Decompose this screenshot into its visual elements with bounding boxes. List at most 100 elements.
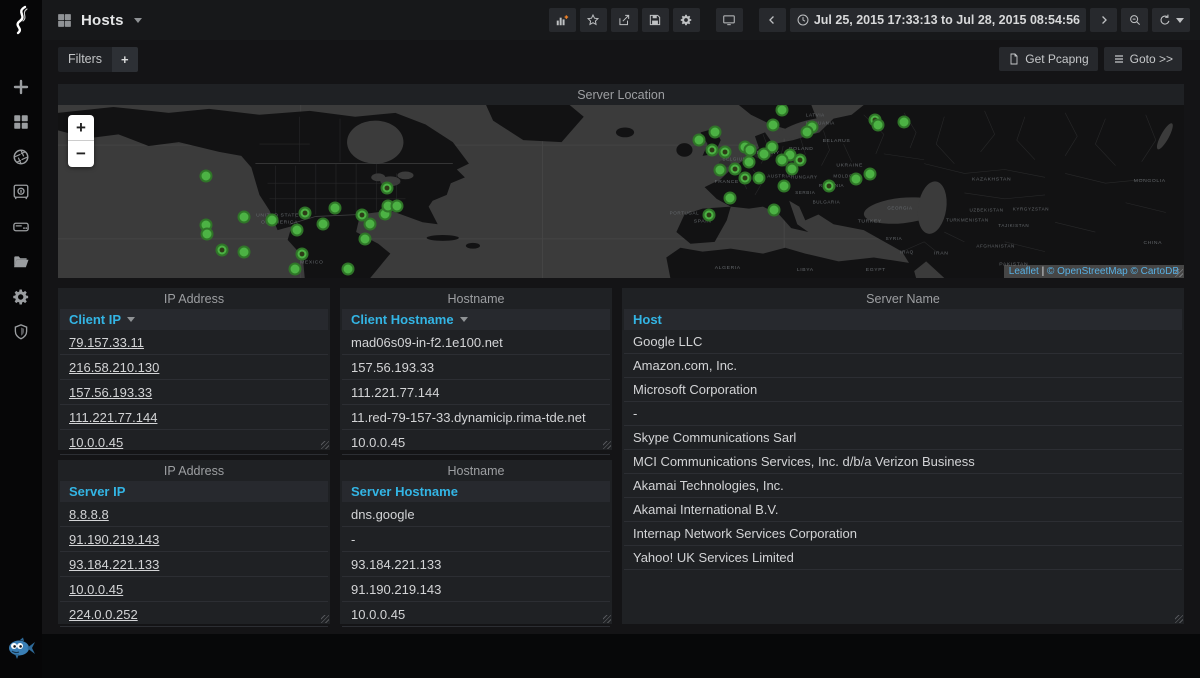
server-location-marker[interactable] — [391, 199, 404, 212]
server-location-marker[interactable] — [898, 115, 911, 128]
drives-icon[interactable] — [12, 218, 30, 236]
table-cell-link[interactable]: 10.0.0.45 — [69, 582, 123, 597]
server-location-marker[interactable] — [290, 224, 303, 237]
dashboard-picker[interactable]: Hosts — [56, 12, 142, 29]
server-location-marker[interactable] — [708, 126, 721, 139]
share-button[interactable] — [611, 8, 638, 32]
panel-resize-handle[interactable] — [603, 441, 611, 449]
table-cell-link[interactable]: 111.221.77.144 — [69, 410, 157, 425]
panel-resize-handle[interactable] — [321, 615, 329, 623]
server-location-marker[interactable] — [752, 172, 765, 185]
settings-icon[interactable] — [12, 288, 30, 306]
table-cell-link[interactable]: 8.8.8.8 — [69, 507, 109, 522]
panel-resize-handle[interactable] — [321, 441, 329, 449]
server-location-marker[interactable] — [298, 206, 311, 219]
server-location-marker[interactable] — [316, 218, 329, 231]
server-location-marker[interactable] — [718, 145, 731, 158]
panel-title[interactable]: Server Location — [58, 84, 1184, 105]
table-column-header[interactable]: Server Hostname — [342, 481, 610, 502]
server-location-marker[interactable] — [359, 232, 372, 245]
panel-title[interactable]: IP Address — [58, 460, 330, 481]
refresh-icon — [1158, 13, 1172, 27]
time-range-picker[interactable]: Jul 25, 2015 17:33:13 to Jul 28, 2015 08… — [790, 8, 1086, 32]
server-location-marker[interactable] — [364, 218, 377, 231]
server-location-marker[interactable] — [200, 170, 213, 183]
star-button[interactable] — [580, 8, 607, 32]
server-location-marker[interactable] — [265, 214, 278, 227]
refresh-button[interactable] — [1152, 8, 1190, 32]
server-location-marker[interactable] — [767, 118, 780, 131]
vault-icon[interactable] — [12, 183, 30, 201]
server-location-marker[interactable] — [328, 201, 341, 214]
leaflet-link[interactable]: Leaflet — [1009, 266, 1039, 277]
server-location-marker[interactable] — [786, 162, 799, 175]
dashboards-icon[interactable] — [12, 113, 30, 131]
table-cell-link[interactable]: 79.157.33.11 — [69, 335, 144, 350]
server-location-marker[interactable] — [778, 180, 791, 193]
server-location-marker[interactable] — [723, 191, 736, 204]
panel-resize-handle[interactable] — [603, 615, 611, 623]
panel-title[interactable]: Hostname — [340, 288, 612, 309]
table-cell-link[interactable]: 216.58.210.130 — [69, 360, 159, 375]
table-cell-link[interactable]: 91.190.219.143 — [69, 532, 159, 547]
server-location-marker[interactable] — [295, 247, 308, 260]
server-location-marker[interactable] — [849, 173, 862, 186]
shield-icon[interactable] — [12, 323, 30, 341]
carto-link[interactable]: © CartoDB — [1131, 266, 1180, 277]
table-row: Skype Communications Sarl — [624, 426, 1182, 450]
add-filter-button[interactable]: + — [112, 47, 138, 72]
server-location-marker[interactable] — [705, 143, 718, 156]
table-cell-link[interactable]: 93.184.221.133 — [69, 557, 159, 572]
table-cell: Akamai International B.V. — [633, 502, 779, 517]
server-location-marker[interactable] — [742, 155, 755, 168]
table-cell-link[interactable]: 157.56.193.33 — [69, 385, 152, 400]
server-location-marker[interactable] — [342, 263, 355, 276]
table-cell-link[interactable]: 224.0.0.252 — [69, 607, 138, 622]
server-location-marker[interactable] — [288, 263, 301, 276]
server-location-marker[interactable] — [768, 203, 781, 216]
server-location-marker[interactable] — [702, 209, 715, 222]
server-location-marker[interactable] — [381, 182, 394, 195]
table-cell-link[interactable]: 10.0.0.45 — [69, 435, 123, 450]
panel-title[interactable]: IP Address — [58, 288, 330, 309]
save-button[interactable] — [642, 8, 669, 32]
table-column-header[interactable]: Server IP — [60, 481, 328, 502]
server-location-marker[interactable] — [692, 134, 705, 147]
table-column-header[interactable]: Host — [624, 309, 1182, 330]
server-location-marker[interactable] — [216, 243, 229, 256]
server-location-marker[interactable] — [713, 163, 726, 176]
time-back-button[interactable] — [759, 8, 786, 32]
shark-mascot-icon[interactable] — [6, 637, 36, 666]
server-location-marker[interactable] — [238, 245, 251, 258]
map-zoom-in-button[interactable]: + — [68, 115, 94, 141]
add-icon[interactable] — [12, 78, 30, 96]
server-location-marker[interactable] — [201, 228, 214, 241]
server-location-marker[interactable] — [238, 211, 251, 224]
table-column-header[interactable]: Client IP — [60, 309, 328, 330]
add-panel-button[interactable] — [549, 8, 576, 32]
folder-icon[interactable] — [12, 253, 30, 271]
server-location-marker[interactable] — [823, 180, 836, 193]
table-column-header[interactable]: Client Hostname — [342, 309, 610, 330]
server-location-marker[interactable] — [738, 172, 751, 185]
panel-resize-handle[interactable] — [1175, 615, 1183, 623]
time-forward-button[interactable] — [1090, 8, 1117, 32]
server-location-marker[interactable] — [863, 168, 876, 181]
settings-button[interactable] — [673, 8, 700, 32]
shutter-icon[interactable] — [12, 148, 30, 166]
panel-title[interactable]: Server Name — [622, 288, 1184, 309]
osm-link[interactable]: © OpenStreetMap — [1047, 266, 1128, 277]
server-location-marker[interactable] — [758, 147, 771, 160]
cycle-view-button[interactable] — [716, 8, 743, 32]
goto-button[interactable]: Goto >> — [1104, 47, 1182, 71]
refresh-dropdown-caret-icon[interactable] — [1176, 18, 1184, 23]
map-zoom-out-button[interactable]: − — [68, 141, 94, 167]
server-location-marker[interactable] — [871, 118, 884, 131]
server-location-marker[interactable] — [801, 126, 814, 139]
server-location-marker[interactable] — [776, 105, 789, 116]
panel-title[interactable]: Hostname — [340, 460, 612, 481]
server-location-map[interactable]: UNITED STATESOF AMERICAMEXICOBELARUSPOLA… — [58, 105, 1184, 278]
app-logo[interactable] — [0, 0, 42, 40]
zoom-out-time-button[interactable] — [1121, 8, 1148, 32]
get-pcapng-button[interactable]: Get Pcapng — [999, 47, 1097, 71]
